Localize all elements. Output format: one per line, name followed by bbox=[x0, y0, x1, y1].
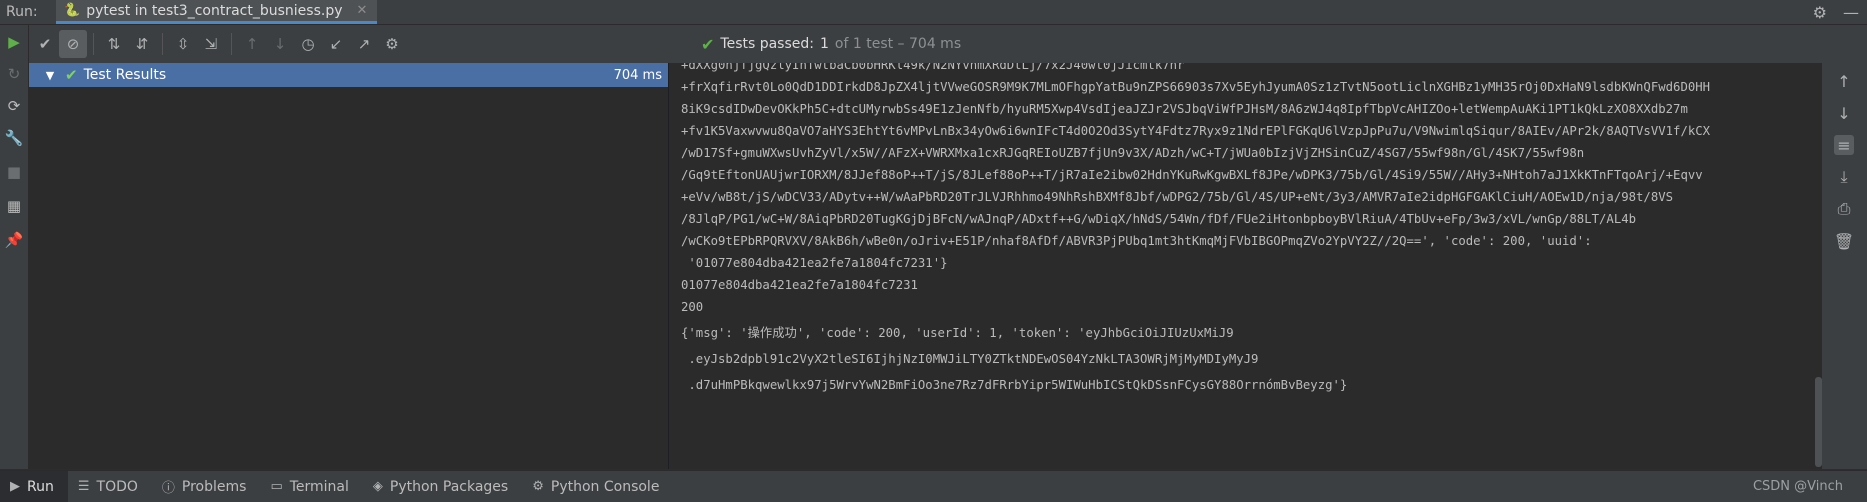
pin-icon[interactable]: 📌 bbox=[5, 231, 24, 249]
wrench-icon[interactable]: 🔧 bbox=[5, 129, 24, 147]
toolbar-divider bbox=[162, 33, 163, 55]
history-icon[interactable]: ◷ bbox=[294, 30, 322, 58]
export-tests-icon[interactable]: ↗ bbox=[350, 30, 378, 58]
scroll-to-end-icon[interactable]: ⤓ bbox=[1834, 167, 1854, 187]
tab-label: Python Packages bbox=[389, 478, 509, 495]
tab-label: Python Console bbox=[550, 478, 660, 495]
check-icon: ✔ bbox=[65, 66, 78, 84]
test-status: ✔ Tests passed: 1 of 1 test – 704 ms bbox=[701, 25, 961, 63]
console-line: {'msg': '操作成功', 'code': 200, 'userId': 1… bbox=[681, 326, 1234, 340]
console-line: .eyJsb2dpbl91c2VyX2tleSI6IjhjNzI0MWJiLTY… bbox=[681, 352, 1259, 366]
info-icon: ⓘ bbox=[161, 481, 175, 496]
close-icon[interactable]: ✕ bbox=[357, 3, 368, 18]
tab-label: Run bbox=[27, 478, 54, 495]
console-line: '01077e804dba421ea2fe7a1804fc7231'} bbox=[681, 256, 948, 270]
tab-label: TODO bbox=[96, 478, 138, 495]
import-tests-icon[interactable]: ↙ bbox=[322, 30, 350, 58]
print-icon[interactable]: ⎙ bbox=[1834, 199, 1854, 219]
rerun-icon[interactable]: ▶ bbox=[5, 33, 23, 51]
arrow-down-icon[interactable]: ↓ bbox=[1834, 103, 1854, 123]
console-line: /wCKo9tEPbRPQRVXV/8AkB6h/wBe0n/oJriv+E51… bbox=[681, 234, 1592, 248]
left-tool-strip: ▶ ↻ ⟳ 🔧 ■ ▦ 📌 bbox=[0, 25, 29, 469]
gear-icon[interactable]: ⚙ bbox=[1813, 3, 1827, 22]
console-actions-strip: ↑ ↓ ≡ ⤓ ⎙ 🗑 bbox=[1822, 63, 1867, 469]
console-line: 01077e804dba421ea2fe7a1804fc7231 bbox=[681, 278, 918, 292]
tab-python-console[interactable]: ⚙ Python Console bbox=[522, 471, 673, 502]
tree-row-test-results[interactable]: ▼ ✔ Test Results 704 ms bbox=[29, 63, 668, 87]
console-scrollbar[interactable] bbox=[1815, 377, 1822, 467]
list-icon: ☰ bbox=[77, 479, 90, 494]
play-icon: ▶ bbox=[10, 479, 20, 494]
sort-alpha-icon[interactable]: ⇅ bbox=[100, 30, 128, 58]
console-line: .d7uHmPBkqwewlkx97j5WrvYwN2BmFiOo3ne7Rz7… bbox=[681, 378, 1348, 392]
tab-pytest[interactable]: 🐍 pytest in test3_contract_busniess.py ✕ bbox=[56, 0, 378, 24]
watermark: CSDN @Vinch bbox=[1752, 479, 1843, 494]
python-icon: 🐍 bbox=[64, 3, 81, 18]
status-suffix: of 1 test – 704 ms bbox=[834, 36, 962, 52]
show-passed-icon[interactable]: ✔ bbox=[31, 30, 59, 58]
console-line: /8JlqP/PG1/wC+W/8AiqPbRD20TugKGjDjBFcN/w… bbox=[681, 212, 1637, 226]
tabbar-actions: ⚙ — bbox=[1813, 0, 1859, 24]
sort-duration-icon[interactable]: ⇵ bbox=[128, 30, 156, 58]
console-output[interactable]: +dXXg0njfjgQzlyIhTwtbaCb0bHRKl49k/N2NYvh… bbox=[669, 63, 1822, 469]
console-line: +frXqfirRvt0Lo0QdD1DDIrkdD8JpZX4ljtVVweG… bbox=[681, 80, 1711, 94]
toggle-auto-test-icon[interactable]: ⟳ bbox=[5, 97, 23, 115]
console-line: +dXXg0njfjgQzlyIhTwtbaCb0bHRKl49k/N2NYvh… bbox=[681, 63, 1185, 72]
show-ignored-icon[interactable]: ⊘ bbox=[59, 30, 87, 58]
test-results-tree: ▼ ✔ Test Results 704 ms bbox=[29, 63, 669, 469]
rerun-failed-icon[interactable]: ↻ bbox=[5, 65, 23, 83]
python-icon: ⚙ bbox=[532, 479, 544, 494]
tree-row-time: 704 ms bbox=[613, 67, 662, 83]
previous-failed-icon[interactable]: ↑ bbox=[238, 30, 266, 58]
arrow-up-icon[interactable]: ↑ bbox=[1834, 71, 1854, 91]
console-line: +eVv/wB8t/jS/wDCV33/ADytv++W/wAaPbRD20Tr… bbox=[681, 190, 1674, 204]
minimize-icon[interactable]: — bbox=[1843, 3, 1859, 22]
tab-python-packages[interactable]: ◈ Python Packages bbox=[363, 471, 522, 502]
test-runner-toolbar: ✔ ⊘ ⇅ ⇵ ⇳ ⇲ ↑ ↓ ◷ ↙ ↗ ⚙ ✔ Tests passed: … bbox=[29, 25, 1867, 63]
status-count: 1 bbox=[820, 36, 829, 52]
toolbar-divider bbox=[93, 33, 94, 55]
expand-all-icon[interactable]: ⇳ bbox=[169, 30, 197, 58]
console-line: +fv1K5Vaxwvwu8QaVO7aHYS3EhtYt6vMPvLnBx34… bbox=[681, 124, 1711, 138]
stop-icon[interactable]: ■ bbox=[5, 163, 23, 181]
toolbar-divider bbox=[231, 33, 232, 55]
tab-label: Problems bbox=[181, 478, 247, 495]
collapse-all-icon[interactable]: ⇲ bbox=[197, 30, 225, 58]
status-prefix: Tests passed: bbox=[720, 36, 814, 52]
settings-icon[interactable]: ⚙ bbox=[378, 30, 406, 58]
console-line: /Gq9tEftonUAUjwrIORXM/8JJef88oP++T/jS/8J… bbox=[681, 168, 1703, 182]
layers-icon: ◈ bbox=[372, 479, 383, 494]
tab-title: pytest in test3_contract_busniess.py bbox=[86, 2, 343, 19]
check-icon: ✔ bbox=[701, 34, 715, 54]
tab-label: Terminal bbox=[289, 478, 349, 495]
run-tab-bar: Run: 🐍 pytest in test3_contract_busniess… bbox=[0, 0, 1867, 25]
tab-problems[interactable]: ⓘ Problems bbox=[152, 471, 261, 502]
chevron-down-icon[interactable]: ▼ bbox=[39, 69, 61, 82]
tree-row-label: Test Results bbox=[83, 67, 167, 83]
bottom-tool-bar: ▶ Run ☰ TODO ⓘ Problems ▭ Terminal ◈ Pyt… bbox=[0, 470, 1867, 502]
tab-run[interactable]: ▶ Run bbox=[0, 471, 68, 502]
tab-terminal[interactable]: ▭ Terminal bbox=[260, 471, 362, 502]
next-failed-icon[interactable]: ↓ bbox=[266, 30, 294, 58]
trash-icon[interactable]: 🗑 bbox=[1834, 231, 1854, 251]
console-line: 200 bbox=[681, 300, 704, 314]
run-label: Run: bbox=[6, 4, 38, 20]
soft-wrap-icon[interactable]: ≡ bbox=[1834, 135, 1854, 155]
terminal-icon: ▭ bbox=[270, 479, 283, 494]
console-line: 8iK9csdIDwDevOKkPh5C+dtcUMyrwbSs49E1zJen… bbox=[681, 102, 1688, 116]
console-line: /wD17Sf+gmuWXwsUvhZyVl/x5W//AFzX+VWRXMxa… bbox=[681, 146, 1585, 160]
layout-icon[interactable]: ▦ bbox=[5, 197, 23, 215]
tab-todo[interactable]: ☰ TODO bbox=[68, 471, 152, 502]
